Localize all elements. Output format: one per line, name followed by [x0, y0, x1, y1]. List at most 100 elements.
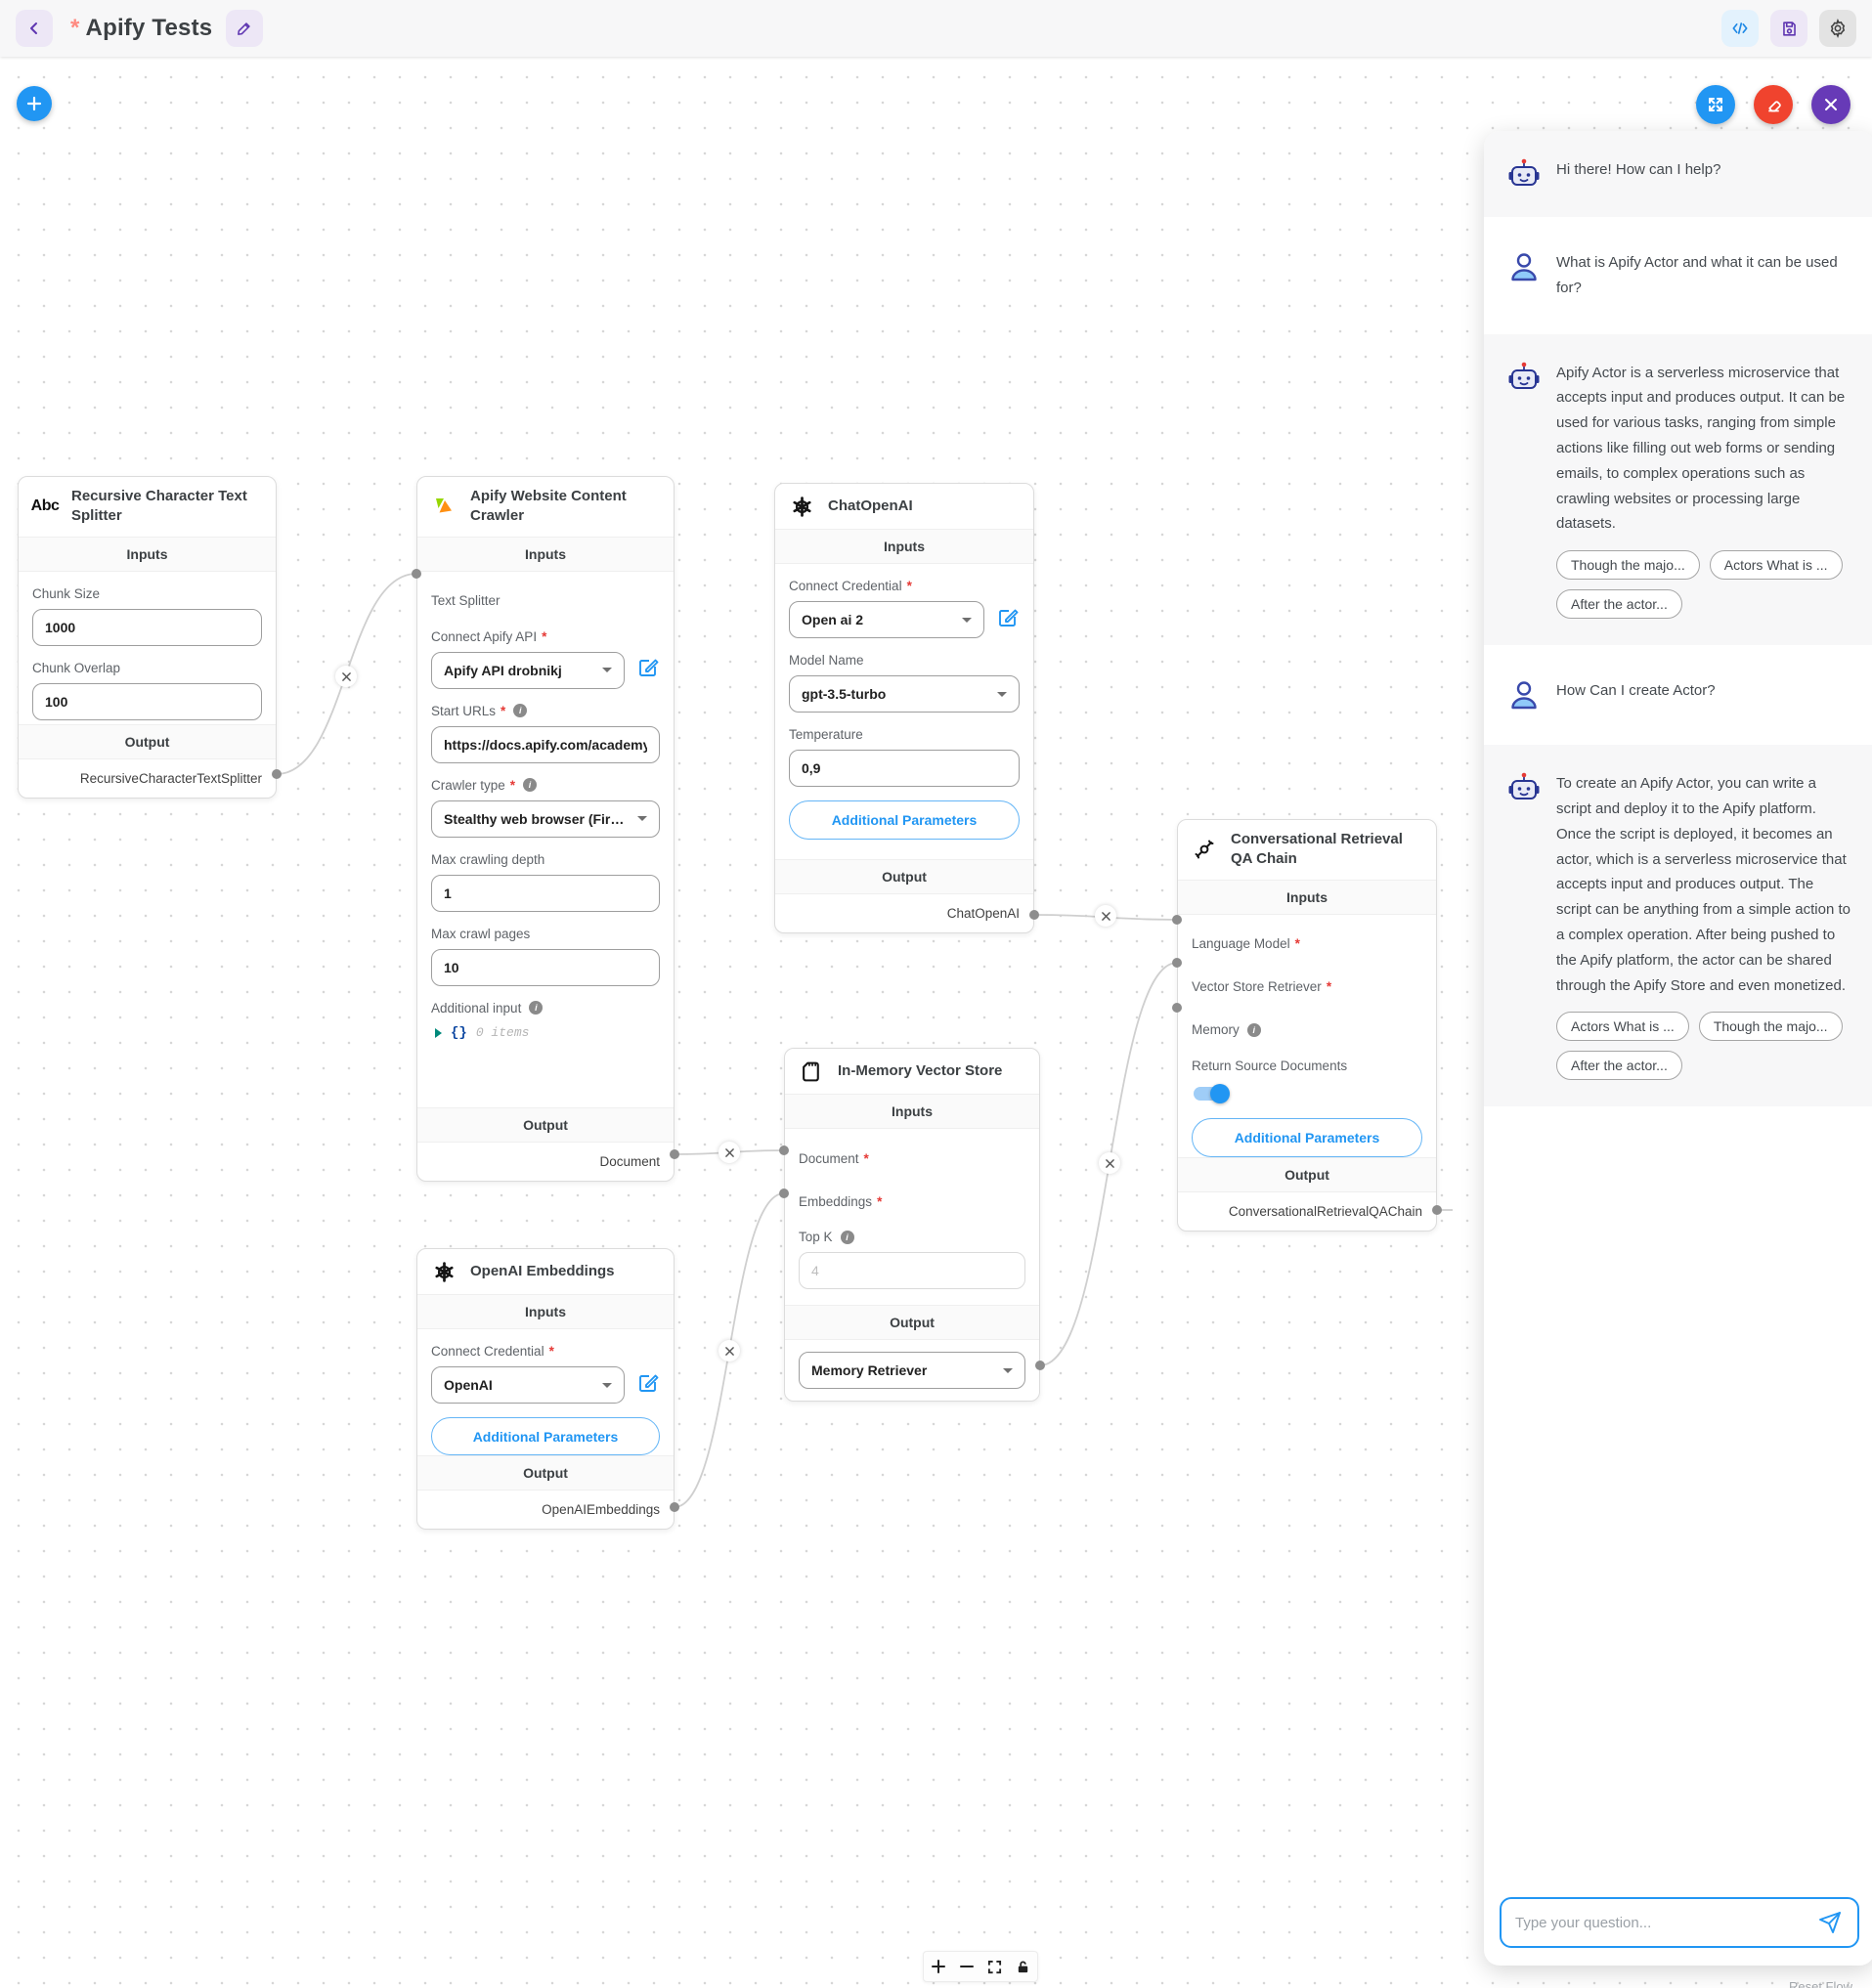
source-chip[interactable]: After the actor... [1556, 1051, 1682, 1080]
input-handle-embeddings[interactable] [779, 1188, 789, 1198]
connect-credential-label: Connect Credential [431, 1344, 544, 1359]
edit-pencil-icon [636, 1371, 660, 1395]
chunk-size-label: Chunk Size [32, 586, 100, 601]
source-chip[interactable]: Though the majo... [1556, 550, 1700, 580]
output-anchor-label: RecursiveCharacterTextSplitter [19, 759, 276, 798]
node-title: ChatOpenAI [828, 497, 913, 516]
embeddings-port-label: Embeddings [799, 1194, 872, 1209]
openai-credential-select[interactable]: OpenAI [431, 1366, 625, 1404]
openai-logo-icon [789, 494, 814, 519]
required-marker: * [1295, 936, 1300, 951]
lock-button[interactable] [1013, 1956, 1034, 1977]
output-handle-memory-retriever[interactable] [1035, 1361, 1045, 1370]
node-apify-website-content-crawler[interactable]: Apify Website Content Crawler Inputs Tex… [416, 476, 675, 1182]
max-crawling-depth-label: Max crawling depth [431, 852, 544, 867]
edit-credential-button[interactable] [996, 606, 1020, 634]
close-chat-button[interactable] [1811, 85, 1850, 124]
required-marker: * [510, 778, 515, 793]
output-handle-chatopenai[interactable] [1029, 910, 1039, 920]
required-marker: * [864, 1151, 869, 1166]
save-flow-button[interactable] [1770, 10, 1807, 47]
model-name-label: Model Name [789, 653, 864, 668]
expand-chat-button[interactable] [1696, 85, 1735, 124]
tree-expand-icon[interactable] [435, 1028, 442, 1038]
language-model-port-label: Language Model [1192, 936, 1290, 951]
source-chip[interactable]: Actors What is ... [1556, 1012, 1689, 1041]
delete-edge-button[interactable] [335, 666, 357, 687]
additional-input-json-tree[interactable]: {} 0 items [431, 1025, 660, 1041]
output-handle-openaiembeddings[interactable] [670, 1502, 679, 1512]
edit-credential-button[interactable] [636, 656, 660, 684]
openai-credential-select[interactable]: Open ai 2 [789, 601, 984, 638]
input-handle-text-splitter[interactable] [412, 569, 421, 579]
node-chatopenai[interactable]: ChatOpenAI Inputs Connect Credential* Op… [774, 483, 1034, 933]
input-handle-memory[interactable] [1172, 1003, 1182, 1013]
output-handle-document[interactable] [670, 1149, 679, 1159]
return-source-documents-toggle[interactable] [1194, 1087, 1227, 1101]
additional-input-label: Additional input [431, 1001, 521, 1016]
chevron-left-icon [26, 21, 42, 36]
delete-edge-button[interactable] [1099, 1152, 1120, 1174]
vector-store-output-select[interactable]: Memory Retriever [799, 1352, 1025, 1389]
chat-question-input[interactable] [1515, 1915, 1816, 1931]
chat-input-area [1484, 1897, 1872, 1966]
info-icon: i [1247, 1023, 1261, 1037]
top-k-input[interactable] [799, 1252, 1025, 1289]
input-handle-document[interactable] [779, 1145, 789, 1155]
start-urls-input[interactable] [431, 726, 660, 763]
source-chip[interactable]: Actors What is ... [1710, 550, 1843, 580]
crawler-type-select[interactable]: Stealthy web browser (Firef... [431, 800, 660, 838]
max-crawl-pages-input[interactable] [431, 949, 660, 986]
node-in-memory-vector-store[interactable]: In-Memory Vector Store Inputs Document* … [784, 1048, 1040, 1402]
additional-parameters-button[interactable]: Additional Parameters [431, 1417, 660, 1455]
user-avatar-icon [1507, 678, 1541, 712]
model-name-select[interactable]: gpt-3.5-turbo [789, 675, 1020, 713]
add-node-button[interactable] [17, 86, 52, 121]
eraser-icon [1764, 96, 1783, 114]
flow-canvas[interactable]: Abc Recursive Character Text Splitter In… [0, 57, 1872, 1988]
clear-chat-button[interactable] [1754, 85, 1793, 124]
node-openai-embeddings[interactable]: OpenAI Embeddings Inputs Connect Credent… [416, 1248, 675, 1530]
send-message-button[interactable] [1816, 1909, 1844, 1936]
chat-message-list: Hi there! How can I help? What is Apify … [1484, 131, 1872, 1897]
delete-edge-button[interactable] [718, 1142, 740, 1163]
zoom-out-button[interactable] [956, 1956, 978, 1977]
temperature-input[interactable] [789, 750, 1020, 787]
edit-credential-button[interactable] [636, 1371, 660, 1400]
node-title: Recursive Character Text Splitter [71, 487, 262, 527]
inputs-section-header: Inputs [417, 537, 674, 572]
additional-parameters-button[interactable]: Additional Parameters [1192, 1118, 1422, 1157]
input-handle-language-model[interactable] [1172, 915, 1182, 925]
inputs-section-header: Inputs [417, 1294, 674, 1329]
required-marker: * [549, 1344, 554, 1359]
edit-title-button[interactable] [226, 10, 263, 47]
output-section-header: Output [775, 859, 1033, 894]
apify-api-credential-select[interactable]: Apify API drobnikj [431, 652, 625, 689]
canvas-controls [923, 1951, 1038, 1982]
message-text: How Can I create Actor? [1556, 678, 1851, 704]
back-button[interactable] [16, 10, 53, 47]
source-chip[interactable]: After the actor... [1556, 589, 1682, 619]
delete-edge-button[interactable] [1095, 905, 1116, 927]
additional-parameters-button[interactable]: Additional Parameters [789, 800, 1020, 840]
fit-view-button[interactable] [984, 1956, 1006, 1977]
delete-edge-button[interactable] [718, 1340, 740, 1361]
source-chip[interactable]: Though the majo... [1699, 1012, 1843, 1041]
node-conversational-retrieval-qa-chain[interactable]: Conversational Retrieval QA Chain Inputs… [1177, 819, 1437, 1232]
output-handle-conversationalretrievalqachain[interactable] [1432, 1205, 1442, 1215]
x-icon [725, 1148, 734, 1157]
zoom-in-button[interactable] [928, 1956, 949, 1977]
input-handle-vector-store-retriever[interactable] [1172, 958, 1182, 968]
view-code-button[interactable] [1721, 10, 1759, 47]
output-handle-recursivecharactertextsplitter[interactable] [272, 769, 282, 779]
pencil-icon [236, 20, 253, 37]
chunk-size-input[interactable] [32, 609, 262, 646]
settings-button[interactable] [1819, 10, 1856, 47]
memory-port-label: Memory [1192, 1022, 1240, 1037]
reset-flow-link[interactable]: Reset Flow [1789, 1979, 1852, 1988]
chunk-overlap-input[interactable] [32, 683, 262, 720]
output-anchor-label: ChatOpenAI [775, 894, 1033, 932]
node-recursive-character-text-splitter[interactable]: Abc Recursive Character Text Splitter In… [18, 476, 277, 799]
bot-avatar-icon [1507, 771, 1541, 804]
max-crawling-depth-input[interactable] [431, 875, 660, 912]
